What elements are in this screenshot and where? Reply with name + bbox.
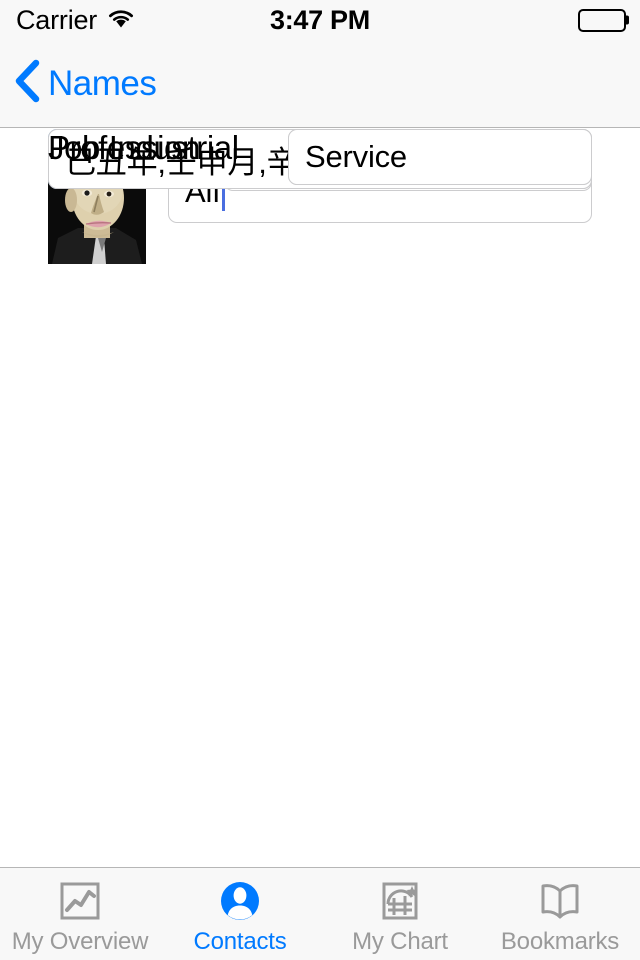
- tab-contacts-label: Contacts: [193, 927, 287, 955]
- chart-line-icon: [56, 877, 104, 925]
- tab-contacts[interactable]: Contacts: [160, 868, 320, 960]
- status-bar: Carrier 3:47 PM: [0, 0, 640, 40]
- profession-input[interactable]: Service: [288, 129, 592, 185]
- clock-label: 3:47 PM: [270, 4, 370, 35]
- tab-my-chart-label: My Chart: [352, 927, 448, 955]
- book-open-icon: [536, 877, 584, 925]
- navigation-bar: Names: [0, 40, 640, 128]
- tab-my-chart[interactable]: My Chart: [320, 868, 480, 960]
- back-button-label: Names: [48, 63, 157, 103]
- profession-value: Service: [305, 139, 407, 174]
- astro-chart-icon: [376, 877, 424, 925]
- tab-bookmarks-label: Bookmarks: [500, 927, 620, 955]
- tab-bar: My Overview Contacts My Chart Bookmarks: [0, 867, 640, 960]
- person-circle-icon: [216, 877, 264, 925]
- back-button[interactable]: Names: [14, 58, 157, 109]
- tab-my-overview[interactable]: My Overview: [0, 868, 160, 960]
- battery-full-icon: [578, 8, 629, 32]
- status-bar-right: [578, 8, 629, 32]
- tab-bookmarks[interactable]: Bookmarks: [480, 868, 640, 960]
- contact-detail-form: Alf F M Me I also care the effect on my …: [0, 129, 640, 867]
- profession-label: Profession: [48, 129, 200, 166]
- tab-my-overview-label: My Overview: [11, 927, 149, 955]
- chevron-left-icon: [14, 58, 42, 109]
